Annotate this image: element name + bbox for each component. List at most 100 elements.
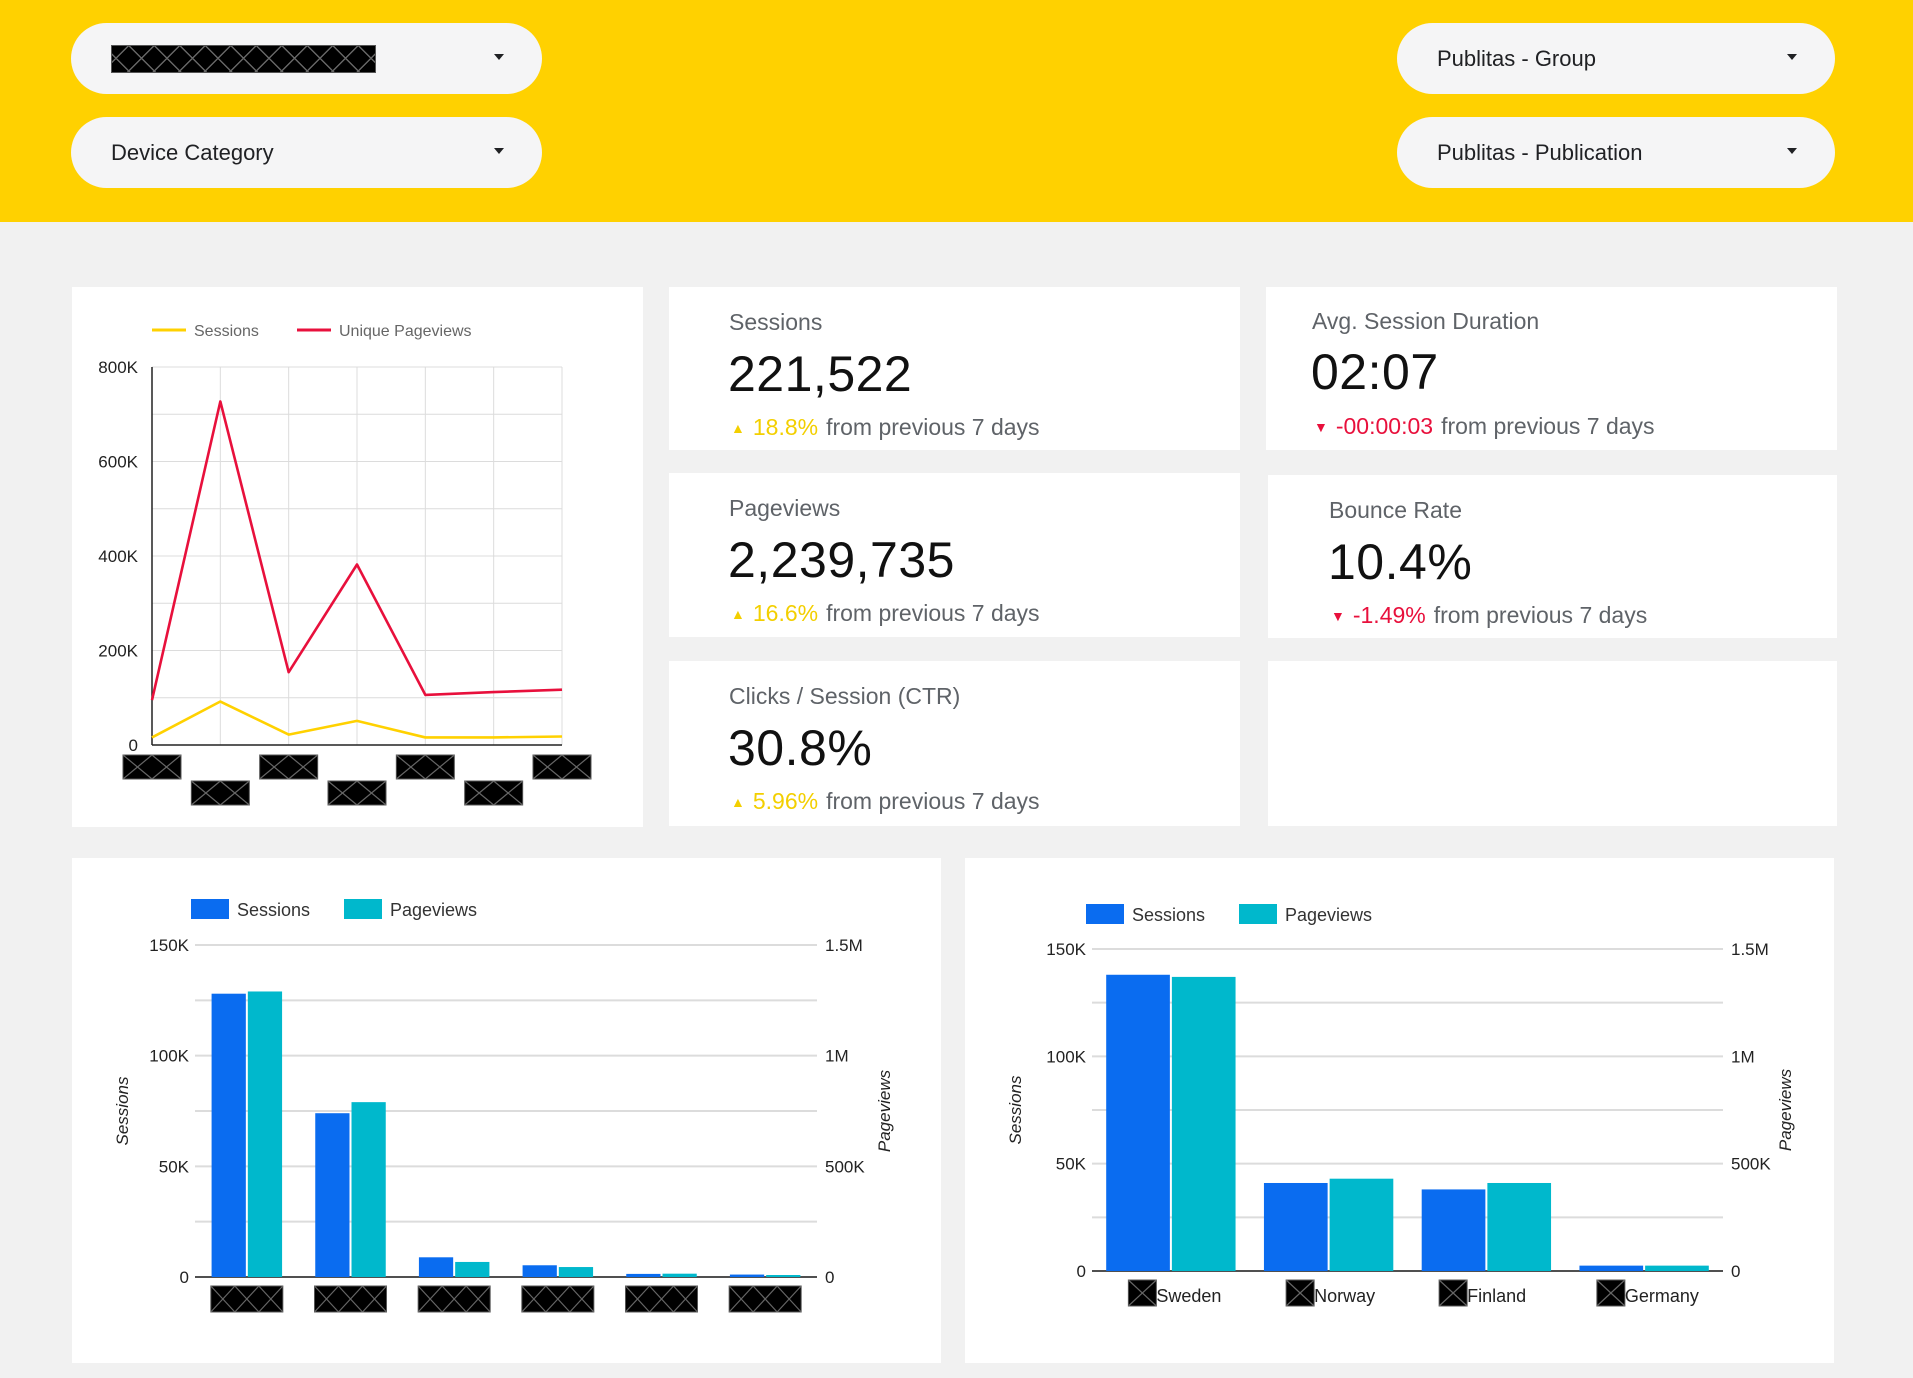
y-tick-label-left: 0	[180, 1268, 189, 1287]
legend-label: Sessions	[1132, 905, 1205, 925]
bar-pageviews	[558, 1267, 594, 1277]
kpi-value: 221,522	[728, 346, 913, 402]
y-axis-title-right: Pageviews	[875, 1069, 894, 1152]
bar-sessions	[1579, 1265, 1644, 1271]
y-tick-label: 0	[129, 736, 138, 755]
redacted-account-name	[111, 44, 376, 73]
bar-sessions	[1106, 974, 1170, 1271]
sessions-pageviews-line-chart-card: 0 200K 400K 600K 800K Sessions Unique Pageview…	[72, 287, 643, 827]
x-tick-label-redacted	[327, 780, 387, 806]
bar-sessions	[418, 1257, 454, 1277]
flag-icon-redacted	[1285, 1279, 1315, 1307]
bar-pageviews	[247, 991, 283, 1277]
kpi-delta-value: 18.8%	[752, 414, 819, 440]
legend-label: Pageviews	[1285, 905, 1372, 925]
redaction-box	[327, 780, 387, 806]
bar-sessions	[626, 1273, 661, 1277]
flag-icon-redacted	[1438, 1279, 1468, 1307]
redaction-box	[259, 754, 319, 780]
y-tick-label: 600K	[98, 453, 138, 472]
bar-sessions	[522, 1265, 557, 1277]
bar-pageviews	[662, 1273, 697, 1277]
kpi-value: 30.8%	[728, 720, 873, 776]
kpi-delta-suffix: from previous 7 days	[826, 600, 1040, 626]
legend-label: Pageviews	[390, 900, 477, 920]
bar-pageviews	[1645, 1265, 1709, 1271]
y-axis-title-left: Sessions	[1006, 1075, 1025, 1144]
device-category-dropdown[interactable]: Device Category	[71, 117, 542, 188]
bar-sessions	[1263, 1182, 1328, 1271]
bar-pageviews	[455, 1261, 490, 1277]
y-tick-label-right: 1M	[1731, 1047, 1755, 1066]
legend-swatch	[344, 899, 382, 919]
legend-swatch	[1239, 904, 1277, 924]
y-tick-label-left: 0	[1077, 1262, 1086, 1281]
kpi-delta: ▲ 5.96% from previous 7 days	[731, 788, 1040, 815]
x-tick-label-redacted	[521, 1285, 595, 1313]
chevron-down-icon	[494, 148, 504, 154]
y-tick-label-right: 500K	[825, 1157, 865, 1176]
kpi-value: 10.4%	[1328, 534, 1473, 590]
legend-swatch	[191, 899, 229, 919]
kpi-card-ctr: Clicks / Session (CTR) 30.8% ▲ 5.96% fro…	[669, 661, 1240, 826]
y-tick-label-left: 50K	[159, 1157, 190, 1176]
kpi-delta-suffix: from previous 7 days	[1433, 602, 1648, 628]
kpi-delta: ▲ 16.6% from previous 7 days	[731, 600, 1040, 627]
y-tick-label-left: 100K	[1046, 1047, 1086, 1066]
y-axis-title-right: Pageviews	[1776, 1068, 1795, 1151]
line-chart: 0 200K 400K 600K 800K Sessions Unique Pageview…	[98, 323, 592, 806]
y-tick-label: 800K	[98, 358, 138, 377]
legend-swatch	[1086, 904, 1124, 924]
publitas-publication-dropdown[interactable]: Publitas - Publication	[1397, 117, 1835, 188]
x-tick-label-redacted	[625, 1285, 698, 1313]
y-tick-label-right: 0	[825, 1268, 834, 1287]
redaction-box	[122, 754, 182, 780]
kpi-card-bounce-rate: Bounce Rate 10.4% ▼ -1.49% from previous…	[1268, 475, 1837, 638]
arrow-up-icon: ▲	[731, 419, 745, 436]
bar-pageviews	[1487, 1182, 1552, 1271]
y-tick-label: 200K	[98, 642, 138, 661]
kpi-delta-value: 5.96%	[752, 788, 819, 814]
kpi-card-sessions: Sessions 221,522 ▲ 18.8% from previous 7…	[669, 287, 1240, 450]
bar-sessions	[211, 993, 246, 1277]
x-tick-label-redacted	[122, 754, 182, 780]
x-tick-label: Sweden	[1156, 1286, 1221, 1306]
kpi-label: Sessions	[729, 309, 823, 335]
y-tick-label-right: 1.5M	[1731, 940, 1769, 959]
kpi-label: Bounce Rate	[1329, 497, 1462, 523]
y-axis-title-left: Sessions	[113, 1076, 132, 1145]
kpi-label: Clicks / Session (CTR)	[729, 683, 961, 709]
bar-sessions	[1421, 1189, 1486, 1271]
kpi-delta: ▲ 18.8% from previous 7 days	[731, 414, 1040, 441]
kpi-delta-suffix: from previous 7 days	[826, 414, 1040, 440]
empty-card	[1268, 661, 1837, 826]
publitas-group-dropdown[interactable]: Publitas - Group	[1397, 23, 1835, 94]
bar-pageviews	[766, 1275, 801, 1277]
y-tick-label-left: 100K	[149, 1047, 189, 1066]
kpi-delta-value: -1.49%	[1352, 602, 1426, 628]
bar-pageviews	[1329, 1178, 1394, 1271]
x-tick-label-redacted	[210, 1285, 284, 1313]
redaction-box	[190, 780, 250, 806]
x-tick-label: Finland	[1467, 1286, 1526, 1306]
arrow-down-icon: ▼	[1331, 607, 1345, 624]
kpi-label: Pageviews	[729, 495, 841, 521]
dropdown-label: Device Category	[111, 139, 274, 165]
arrow-down-icon: ▼	[1314, 418, 1328, 435]
account-filter-dropdown[interactable]	[71, 23, 542, 94]
x-tick-label-redacted	[395, 754, 455, 780]
bar-sessions	[729, 1274, 765, 1277]
dropdown-label: Publitas - Group	[1437, 45, 1596, 71]
kpi-delta: ▼ -00:00:03 from previous 7 days	[1314, 413, 1655, 440]
redaction-box	[464, 780, 524, 806]
bar-chart-card-country: 0 50K 100K 150K 0 500K 1M 1.5M Sessions Pageviews…	[965, 858, 1834, 1363]
redaction-box	[395, 754, 455, 780]
y-tick-label-right: 1M	[825, 1047, 849, 1066]
kpi-delta-suffix: from previous 7 days	[826, 788, 1040, 814]
chevron-down-icon	[1787, 54, 1797, 60]
x-tick-label-redacted	[259, 754, 319, 780]
y-tick-label-left: 150K	[1046, 940, 1086, 959]
y-tick-label-left: 150K	[149, 936, 189, 955]
x-tick-label: Germany	[1625, 1286, 1699, 1306]
x-tick-label-redacted	[728, 1285, 802, 1313]
